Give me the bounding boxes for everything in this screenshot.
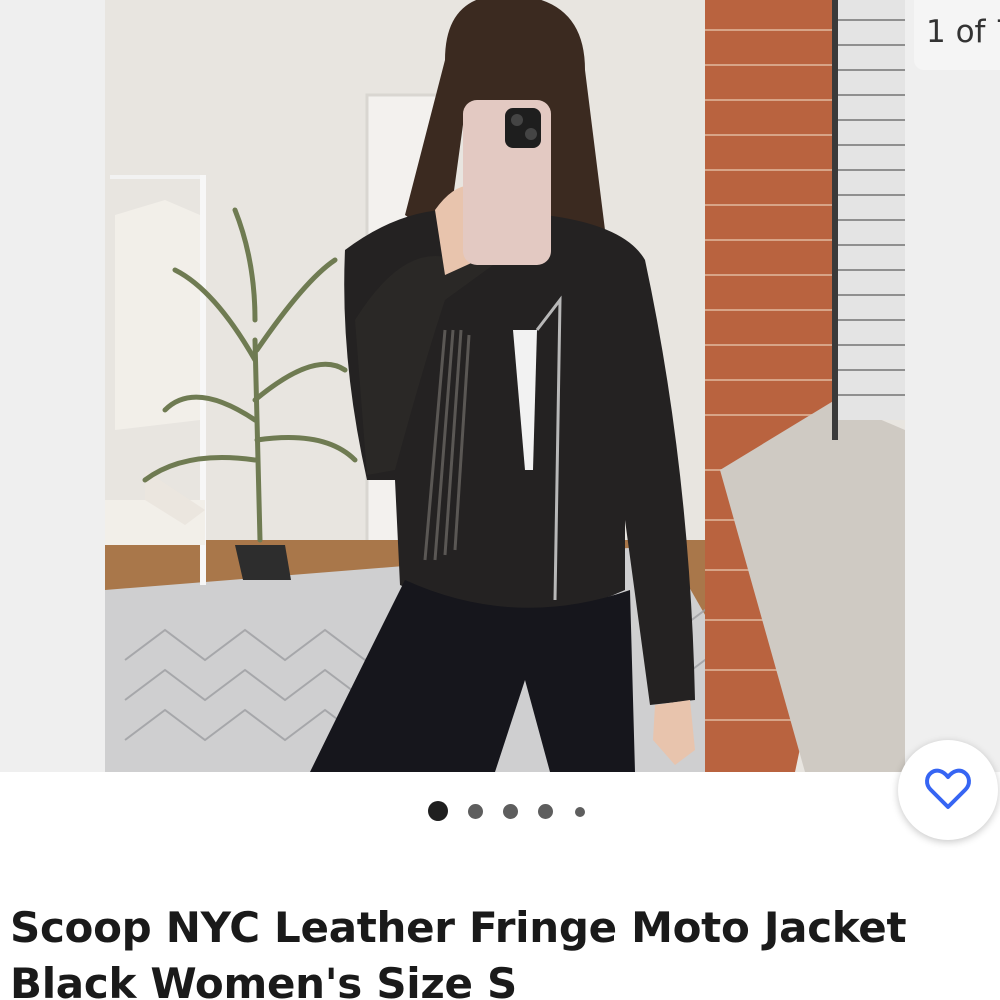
listing-title-line-2: Black Women's Size S: [10, 959, 517, 1000]
image-counter: 1 of 7: [914, 0, 1000, 70]
listing-title: Scoop NYC Leather Fringe Moto Jacket Bla…: [10, 900, 990, 1000]
gallery-pagination[interactable]: [0, 790, 1000, 834]
pagination-dot-3[interactable]: [503, 804, 518, 819]
image-gallery[interactable]: [0, 0, 1000, 772]
product-photo[interactable]: [105, 0, 905, 772]
pagination-dot-2[interactable]: [468, 804, 483, 819]
listing-screen: 1 of 7 Scoop NYC Leather Fringe Moto Jac…: [0, 0, 1000, 1000]
product-photo-illustration: [105, 0, 905, 772]
image-counter-text: 1 of 7: [926, 14, 1000, 50]
listing-title-line-1: Scoop NYC Leather Fringe Moto Jacket: [10, 903, 907, 953]
pagination-dot-1[interactable]: [428, 801, 448, 821]
pagination-dot-5[interactable]: [575, 807, 585, 817]
pagination-dot-4[interactable]: [538, 804, 553, 819]
